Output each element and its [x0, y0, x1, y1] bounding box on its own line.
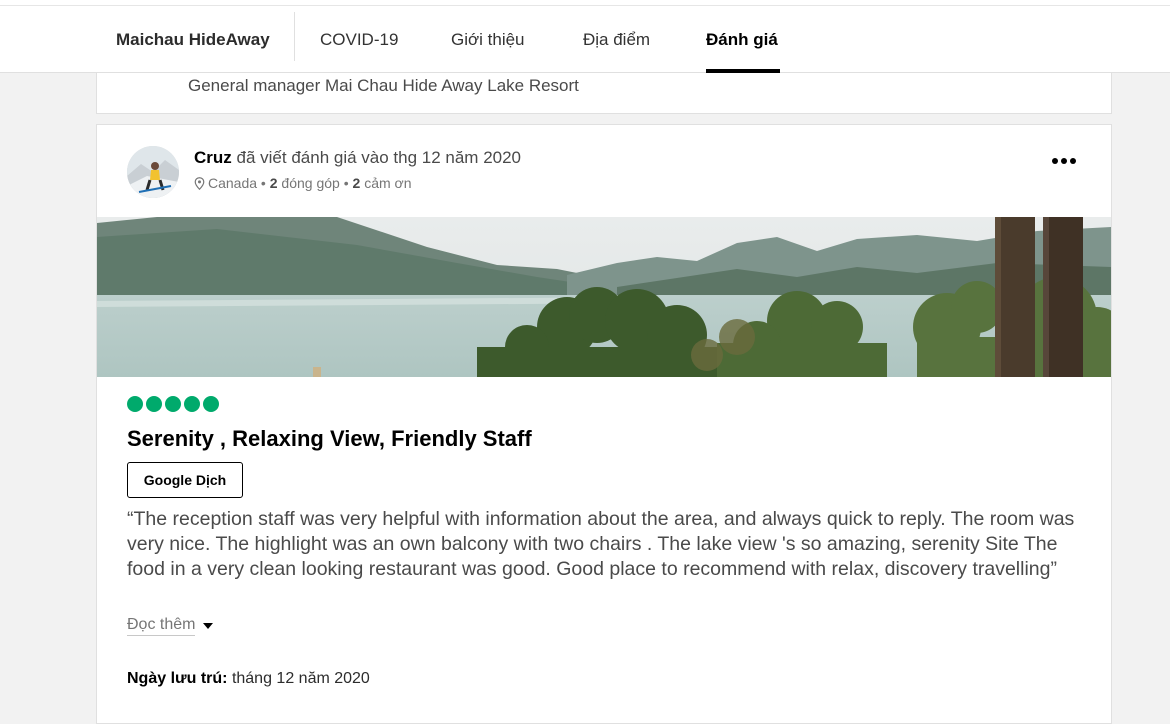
tab-covid-19[interactable]: COVID-19	[320, 30, 398, 50]
rating-bubble	[146, 396, 162, 412]
review-body: “The reception staff was very helpful wi…	[127, 508, 1075, 580]
response-signature: General manager Mai Chau Hide Away Lake …	[188, 76, 579, 95]
top-navigation: Maichau HideAway COVID-19 Giới thiệu Địa…	[0, 0, 1170, 73]
rating-bubble	[165, 396, 181, 412]
stay-value: tháng 12 năm 2020	[231, 670, 370, 687]
management-response-card: General manager Mai Chau Hide Away Lake …	[96, 73, 1112, 114]
rating-bubble	[127, 396, 143, 412]
avatar-image	[127, 146, 179, 198]
more-options-icon[interactable]	[1052, 151, 1082, 171]
rating-bubble	[184, 396, 200, 412]
read-more-label: Đọc thêm	[127, 616, 196, 636]
author-line: Cruz đã viết đánh giá vào thg 12 năm 202…	[194, 148, 521, 168]
nav-divider	[294, 12, 295, 61]
map-pin-icon	[194, 176, 205, 190]
review-photo[interactable]	[97, 217, 1111, 377]
stay-label: Ngày lưu trú:	[127, 670, 228, 687]
author-location: Canada	[208, 175, 258, 191]
avatar[interactable]	[127, 146, 179, 198]
rating-bubbles	[127, 396, 219, 412]
tab-reviews[interactable]: Đánh giá	[706, 30, 778, 50]
date-of-stay: Ngày lưu trú: tháng 12 năm 2020	[127, 670, 370, 688]
dot	[1061, 158, 1067, 164]
author-meta: Canada • 2 đóng góp • 2 cảm ơn	[194, 175, 412, 191]
contributions-count: 2	[269, 175, 278, 191]
dot	[1052, 158, 1058, 164]
dot	[1070, 158, 1076, 164]
helpful-count: 2	[352, 175, 361, 191]
lake-landscape-image	[97, 217, 1111, 377]
written-date-text: đã viết đánh giá vào thg 12 năm 2020	[236, 148, 522, 167]
review-title[interactable]: Serenity , Relaxing View, Friendly Staff	[127, 426, 532, 452]
meta-separator: •	[257, 175, 270, 191]
review-card: Cruz đã viết đánh giá vào thg 12 năm 202…	[96, 124, 1112, 724]
google-translate-button[interactable]: Google Dịch	[127, 462, 243, 498]
helpful-text: cảm ơn	[364, 175, 412, 191]
hotel-name[interactable]: Maichau HideAway	[116, 30, 270, 50]
read-more-link[interactable]: Đọc thêm	[127, 616, 214, 636]
top-border	[0, 5, 1170, 6]
contributions-text: đóng góp	[281, 175, 340, 191]
tab-overview[interactable]: Giới thiệu	[451, 30, 525, 50]
tab-location[interactable]: Địa điểm	[583, 30, 650, 50]
author-name[interactable]: Cruz	[194, 148, 232, 167]
meta-separator: •	[339, 175, 353, 191]
rating-bubble	[203, 396, 219, 412]
caret-down-icon	[203, 623, 214, 629]
